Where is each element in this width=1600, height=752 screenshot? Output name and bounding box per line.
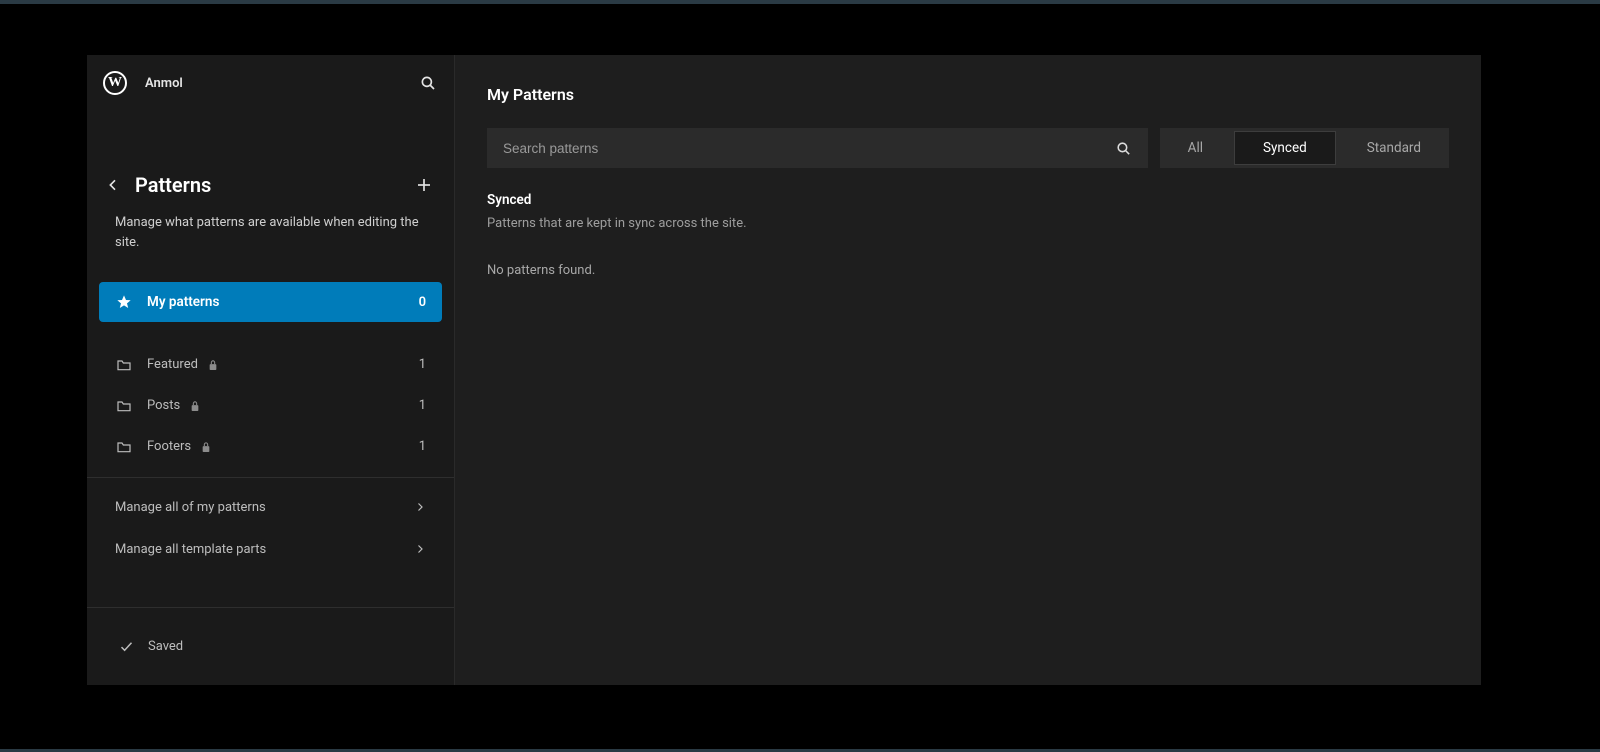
nav-list: My patterns 0 bbox=[87, 282, 454, 322]
chevron-right-icon bbox=[414, 501, 426, 513]
sidebar-footer: Saved bbox=[87, 607, 454, 685]
saved-status-label: Saved bbox=[148, 639, 183, 654]
chevron-left-icon bbox=[105, 177, 121, 193]
wordpress-logo-icon[interactable]: W bbox=[103, 71, 127, 95]
folder-icon bbox=[115, 358, 133, 372]
manage-item-label: Manage all of my patterns bbox=[115, 500, 266, 515]
back-button[interactable] bbox=[99, 171, 127, 199]
sidebar-item-label: Featured bbox=[147, 357, 198, 372]
sidebar-item-count: 1 bbox=[419, 398, 426, 413]
sidebar-item-label: My patterns bbox=[147, 294, 219, 310]
filter-synced-button[interactable]: Synced bbox=[1234, 131, 1336, 165]
panel-title-row: Patterns bbox=[87, 171, 454, 199]
search-input[interactable] bbox=[503, 141, 1115, 156]
sidebar-header: W Anmol bbox=[87, 55, 454, 111]
main-content: My Patterns All Synced Standard Synced P… bbox=[455, 55, 1481, 685]
lock-icon bbox=[201, 441, 211, 453]
sidebar-item-my-patterns[interactable]: My patterns 0 bbox=[99, 282, 442, 322]
toolbar: All Synced Standard bbox=[487, 128, 1449, 168]
lock-icon bbox=[190, 400, 200, 412]
empty-state-message: No patterns found. bbox=[487, 263, 1449, 278]
section-description: Patterns that are kept in sync across th… bbox=[487, 216, 1449, 231]
open-command-palette-button[interactable] bbox=[418, 73, 438, 93]
plus-icon bbox=[415, 176, 433, 194]
site-name[interactable]: Anmol bbox=[145, 76, 183, 91]
search-icon bbox=[419, 74, 437, 92]
check-icon bbox=[119, 639, 134, 654]
sidebar-item-label: Footers bbox=[147, 439, 191, 454]
sidebar: W Anmol Patterns Manage what patterns ar… bbox=[87, 55, 455, 685]
manage-item-label: Manage all template parts bbox=[115, 542, 266, 557]
sidebar-item-featured[interactable]: Featured 1 bbox=[99, 344, 442, 385]
lock-icon bbox=[208, 359, 218, 371]
star-icon bbox=[115, 294, 133, 310]
folder-list: Featured 1 Posts 1 Foote bbox=[87, 344, 454, 467]
manage-all-patterns-link[interactable]: Manage all of my patterns bbox=[99, 486, 442, 528]
manage-all-template-parts-link[interactable]: Manage all template parts bbox=[99, 528, 442, 570]
folder-icon bbox=[115, 440, 133, 454]
sidebar-item-count: 1 bbox=[419, 439, 426, 454]
search-box[interactable] bbox=[487, 128, 1148, 168]
folder-icon bbox=[115, 399, 133, 413]
window-top-border bbox=[0, 0, 1600, 4]
chevron-right-icon bbox=[414, 543, 426, 555]
filter-all-button[interactable]: All bbox=[1160, 128, 1231, 168]
sidebar-item-count: 0 bbox=[419, 295, 426, 310]
sidebar-item-count: 1 bbox=[419, 357, 426, 372]
page-title: My Patterns bbox=[487, 85, 1449, 104]
add-pattern-button[interactable] bbox=[410, 171, 438, 199]
sidebar-item-footers[interactable]: Footers 1 bbox=[99, 426, 442, 467]
sidebar-item-posts[interactable]: Posts 1 bbox=[99, 385, 442, 426]
panel-title: Patterns bbox=[135, 173, 211, 197]
manage-list: Manage all of my patterns Manage all tem… bbox=[87, 478, 454, 578]
filter-standard-button[interactable]: Standard bbox=[1339, 128, 1449, 168]
app-frame: W Anmol Patterns Manage what patterns ar… bbox=[87, 55, 1481, 685]
section-heading: Synced bbox=[487, 192, 1449, 208]
panel-description: Manage what patterns are available when … bbox=[87, 199, 454, 252]
search-icon bbox=[1115, 140, 1132, 157]
sync-filter-toggle: All Synced Standard bbox=[1160, 128, 1449, 168]
sidebar-item-label: Posts bbox=[147, 398, 180, 413]
